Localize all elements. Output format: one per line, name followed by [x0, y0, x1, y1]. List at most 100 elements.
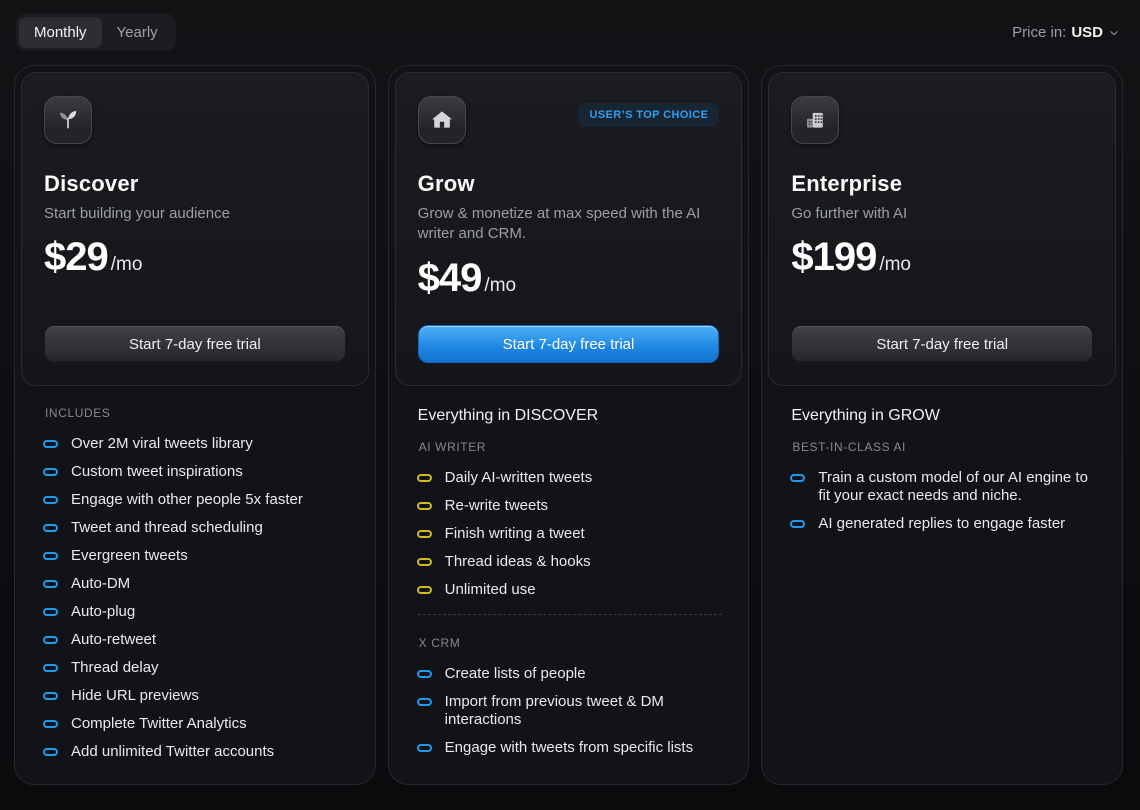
feature-item: Custom tweet inspirations	[43, 463, 351, 481]
plan-name: Enterprise	[791, 171, 1093, 197]
plan-name: Grow	[418, 171, 720, 197]
oval-bullet-icon	[43, 524, 58, 532]
feature-list: Train a custom model of our AI engine to…	[790, 469, 1098, 533]
plan-panel-discover: Discover Start building your audience $2…	[21, 72, 369, 386]
feature-list: Daily AI-written tweets Re-write tweets …	[417, 469, 725, 599]
billing-toggle: Monthly Yearly	[16, 14, 176, 51]
feature-text: Tweet and thread scheduling	[71, 519, 263, 537]
oval-bullet-icon	[790, 520, 805, 528]
plan-card-grow: USER’S TOP CHOICE Grow Grow & monetize a…	[388, 65, 750, 785]
oval-bullet-icon	[43, 636, 58, 644]
feature-text: Auto-plug	[71, 603, 135, 621]
house-icon	[418, 96, 466, 144]
feature-text: Over 2M viral tweets library	[71, 435, 253, 453]
price-period: /mo	[879, 254, 911, 276]
section-divider	[418, 614, 723, 615]
feature-item: Hide URL previews	[43, 687, 351, 705]
currency-value: USD	[1071, 24, 1103, 41]
everything-in-heading: Everything in DISCOVER	[418, 407, 725, 425]
feature-text: Complete Twitter Analytics	[71, 715, 247, 733]
feature-text: Train a custom model of our AI engine to…	[818, 469, 1098, 505]
feature-item: Add unlimited Twitter accounts	[43, 743, 351, 761]
section-label: BEST-IN-CLASS AI	[792, 440, 1098, 454]
oval-bullet-icon	[43, 664, 58, 672]
plan-description: Start building your audience	[44, 204, 344, 224]
top-choice-badge: USER’S TOP CHOICE	[578, 103, 719, 127]
everything-in-heading: Everything in GROW	[791, 407, 1098, 425]
plan-price: $49 /mo	[418, 256, 720, 301]
feature-text: Evergreen tweets	[71, 547, 188, 565]
oval-bullet-icon	[417, 744, 432, 752]
section-label: AI WRITER	[419, 440, 725, 454]
feature-item: Create lists of people	[417, 665, 725, 683]
feature-item: Engage with tweets from specific lists	[417, 739, 725, 757]
feature-text: Engage with tweets from specific lists	[445, 739, 693, 757]
price-period: /mo	[111, 254, 143, 276]
start-trial-button-grow[interactable]: Start 7-day free trial	[418, 325, 720, 363]
plans-row: Discover Start building your audience $2…	[14, 65, 1123, 785]
top-bar: Monthly Yearly Price in: USD	[14, 14, 1123, 51]
feature-text: Custom tweet inspirations	[71, 463, 243, 481]
feature-text: Daily AI-written tweets	[445, 469, 593, 487]
start-trial-button-discover[interactable]: Start 7-day free trial	[44, 325, 346, 363]
plan-price: $199 /mo	[791, 235, 1093, 280]
feature-text: Unlimited use	[445, 581, 536, 599]
feature-list: Over 2M viral tweets library Custom twee…	[43, 435, 351, 761]
buildings-icon	[791, 96, 839, 144]
currency-label: Price in:	[1012, 24, 1066, 41]
billing-toggle-yearly[interactable]: Yearly	[102, 17, 173, 48]
oval-bullet-icon	[417, 670, 432, 678]
feature-list: Create lists of people Import from previ…	[417, 665, 725, 757]
feature-item: Train a custom model of our AI engine to…	[790, 469, 1098, 505]
feature-text: Finish writing a tweet	[445, 525, 585, 543]
feature-item: Tweet and thread scheduling	[43, 519, 351, 537]
price-amount: $199	[791, 235, 876, 280]
features-grow: Everything in DISCOVER AI WRITER Daily A…	[395, 386, 743, 767]
oval-bullet-icon	[790, 474, 805, 482]
features-discover: INCLUDES Over 2M viral tweets library Cu…	[21, 386, 369, 771]
section-label: X CRM	[419, 636, 725, 650]
billing-toggle-monthly[interactable]: Monthly	[19, 17, 102, 48]
oval-bullet-icon	[43, 552, 58, 560]
oval-bullet-icon	[43, 720, 58, 728]
oval-bullet-icon	[417, 586, 432, 594]
panel-head	[791, 96, 1093, 144]
oval-bullet-icon	[417, 558, 432, 566]
currency-selector[interactable]: Price in: USD	[1012, 24, 1123, 41]
section-label: INCLUDES	[45, 406, 351, 420]
plan-description: Grow & monetize at max speed with the AI…	[418, 204, 718, 245]
oval-bullet-icon	[417, 502, 432, 510]
panel-head	[44, 96, 346, 144]
feature-text: Re-write tweets	[445, 497, 548, 515]
oval-bullet-icon	[43, 608, 58, 616]
feature-item: Auto-retweet	[43, 631, 351, 649]
oval-bullet-icon	[43, 468, 58, 476]
feature-item: Finish writing a tweet	[417, 525, 725, 543]
plan-panel-grow: USER’S TOP CHOICE Grow Grow & monetize a…	[395, 72, 743, 386]
plan-panel-enterprise: Enterprise Go further with AI $199 /mo S…	[768, 72, 1116, 386]
oval-bullet-icon	[43, 440, 58, 448]
price-amount: $49	[418, 256, 482, 301]
start-trial-button-enterprise[interactable]: Start 7-day free trial	[791, 325, 1093, 363]
feature-item: Thread ideas & hooks	[417, 553, 725, 571]
plan-card-discover: Discover Start building your audience $2…	[14, 65, 376, 785]
feature-item: Auto-DM	[43, 575, 351, 593]
feature-item: AI generated replies to engage faster	[790, 515, 1098, 533]
plan-description: Go further with AI	[791, 204, 1091, 224]
oval-bullet-icon	[417, 698, 432, 706]
feature-item: Import from previous tweet & DM interact…	[417, 693, 725, 729]
feature-text: Thread delay	[71, 659, 159, 677]
feature-text: Auto-DM	[71, 575, 130, 593]
feature-text: Import from previous tweet & DM interact…	[445, 693, 725, 729]
feature-text: Hide URL previews	[71, 687, 199, 705]
price-period: /mo	[484, 275, 516, 297]
oval-bullet-icon	[43, 692, 58, 700]
chevron-down-icon	[1108, 27, 1120, 39]
feature-item: Engage with other people 5x faster	[43, 491, 351, 509]
oval-bullet-icon	[43, 496, 58, 504]
feature-item: Daily AI-written tweets	[417, 469, 725, 487]
feature-item: Auto-plug	[43, 603, 351, 621]
oval-bullet-icon	[417, 474, 432, 482]
price-amount: $29	[44, 235, 108, 280]
feature-item: Re-write tweets	[417, 497, 725, 515]
